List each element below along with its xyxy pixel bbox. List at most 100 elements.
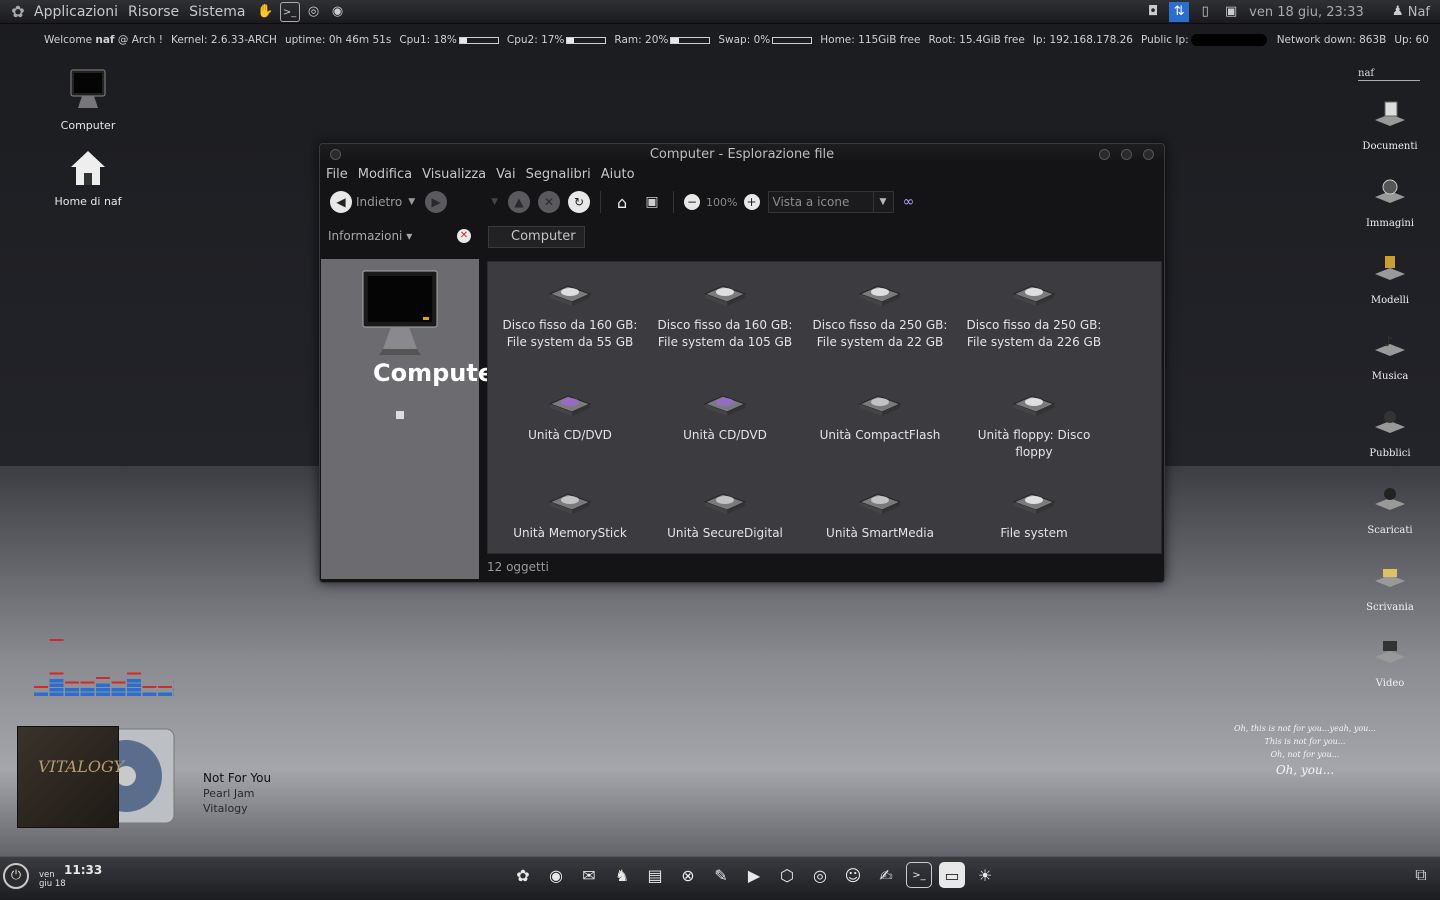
tux-icon[interactable]: ♞ xyxy=(609,862,635,888)
battery-icon[interactable]: ▯ xyxy=(1195,2,1215,22)
terminal-launcher-icon[interactable]: >_ xyxy=(279,1,300,22)
menu-vai[interactable]: Vai xyxy=(496,167,515,182)
breadcrumb-computer[interactable]: Computer xyxy=(488,226,585,248)
hard-disk-icon xyxy=(548,285,592,306)
menu-aiuto[interactable]: Aiuto xyxy=(601,167,635,182)
drive-item[interactable]: Unità floppy: Disco floppy xyxy=(964,386,1104,461)
panel-clock[interactable]: ven 18 giu, 23:33 xyxy=(1249,5,1364,20)
package-icon[interactable]: ⬡ xyxy=(774,862,800,888)
drive-item[interactable]: Unità CD/DVD xyxy=(655,386,795,444)
top-panel: ✿ Applicazioni Risorse Sistema ✋ >_ ◎ ◉ … xyxy=(0,0,1440,24)
drive-item[interactable]: Unità MemoryStick xyxy=(500,484,640,542)
drive-item[interactable]: Disco fisso da 160 GB: File system da 10… xyxy=(655,276,795,351)
back-arrow-icon[interactable]: ◀ xyxy=(330,191,352,213)
minimize-button[interactable] xyxy=(1099,149,1110,160)
window-menu-button[interactable] xyxy=(330,149,341,160)
close-side-pane-icon[interactable]: ✕ xyxy=(457,229,471,243)
file-manager-icon[interactable]: ▭ xyxy=(939,862,965,888)
maximize-button[interactable] xyxy=(1121,149,1132,160)
up-arrow-icon[interactable]: ▲ xyxy=(508,191,531,213)
hard-disk-icon xyxy=(1012,285,1056,306)
computer-location-icon[interactable]: ▣ xyxy=(641,191,663,213)
firefox-icon[interactable]: ◉ xyxy=(543,862,569,888)
equalizer-peak xyxy=(96,677,110,679)
network-manager-icon[interactable]: ⇅ xyxy=(1169,2,1190,22)
browser-launcher-icon[interactable]: ◎ xyxy=(304,2,324,22)
shelf-item-immagini[interactable]: Immagini xyxy=(1350,173,1430,229)
gnome-foot-icon[interactable]: ✿ xyxy=(510,862,536,888)
track-artist: Pearl Jam xyxy=(203,787,255,800)
close-button[interactable] xyxy=(1143,149,1154,160)
menu-applicazioni[interactable]: Applicazioni xyxy=(34,4,118,20)
equalizer-bar-segment xyxy=(80,688,95,692)
back-button-label[interactable]: Indietro xyxy=(356,195,402,209)
stop-icon[interactable]: ✕ xyxy=(538,191,561,213)
firefox-launcher-icon[interactable]: ◉ xyxy=(328,2,348,22)
user-icon: ♟ xyxy=(1391,4,1404,19)
zoom-in-icon[interactable]: + xyxy=(743,194,760,210)
drive-item[interactable]: Unità CD/DVD xyxy=(500,386,640,444)
album-cover: VITALOGY xyxy=(17,726,124,828)
shelf-item-scrivania[interactable]: Scrivania xyxy=(1350,557,1430,613)
menu-visualizza[interactable]: Visualizza xyxy=(422,167,486,182)
drive-item[interactable]: Disco fisso da 160 GB: File system da 55… xyxy=(500,276,640,351)
drive-item[interactable]: Unità CompactFlash xyxy=(810,386,950,444)
desktop-icon-computer[interactable]: Computer xyxy=(38,66,138,132)
menu-file[interactable]: File xyxy=(326,167,348,182)
power-icon[interactable]: ⏻ xyxy=(3,863,29,889)
text-editor-icon[interactable]: ✍ xyxy=(873,862,899,888)
conky-uptime: uptime: 0h 46m 51s xyxy=(284,34,392,46)
home-folder-icon[interactable]: ⌂ xyxy=(611,191,633,213)
hand-launcher-icon[interactable]: ✋ xyxy=(256,2,276,22)
play-icon[interactable]: ▶ xyxy=(741,862,767,888)
shelf-item-modelli[interactable]: Modelli xyxy=(1350,250,1430,306)
zoom-out-icon[interactable]: − xyxy=(684,194,701,210)
shelf-item-musica[interactable]: ♪ Musica xyxy=(1350,326,1430,382)
chevron-down-icon: ▼ xyxy=(872,192,893,212)
speaker-icon[interactable]: ◘ xyxy=(1143,2,1163,22)
forward-arrow-icon[interactable]: ▶ xyxy=(425,191,448,213)
search-binoculars-icon[interactable]: ∞ xyxy=(898,191,920,213)
shelf-item-pubblici[interactable]: Pubblici xyxy=(1350,403,1430,459)
reload-icon[interactable]: ↻ xyxy=(568,191,591,213)
menu-sistema[interactable]: Sistema xyxy=(189,4,245,20)
drive-item[interactable]: Disco fisso da 250 GB: File system da 22… xyxy=(810,276,950,351)
browser-icon[interactable]: ◎ xyxy=(807,862,833,888)
shelf-item-video[interactable]: Video xyxy=(1350,633,1430,689)
status-bar: 12 oggetti xyxy=(487,560,549,574)
cd-drive-icon xyxy=(548,395,592,416)
gimp-icon[interactable]: ✎ xyxy=(708,862,734,888)
side-pane-selector[interactable]: Informazioni ▾ xyxy=(328,229,468,243)
drive-item-label: Unità SecureDigital xyxy=(667,526,783,540)
window-titlebar[interactable]: Computer - Esplorazione file xyxy=(320,144,1164,164)
menu-risorse[interactable]: Risorse xyxy=(128,4,179,20)
shelf-item-scaricati[interactable]: Scaricati xyxy=(1350,480,1430,536)
drive-item[interactable]: Disco fisso da 250 GB: File system da 22… xyxy=(964,276,1104,351)
menu-modifica[interactable]: Modifica xyxy=(358,167,412,182)
equalizer-peak xyxy=(127,672,141,675)
back-history-chevron-icon[interactable]: ▼ xyxy=(408,197,415,207)
conky-kernel: Kernel: 2.6.33-ARCH xyxy=(170,34,277,46)
pidgin-icon[interactable]: ☺ xyxy=(840,862,866,888)
drive-item[interactable]: Unità SmartMedia xyxy=(810,484,950,542)
user-switcher[interactable]: Naf xyxy=(1408,5,1430,20)
video-editor-icon[interactable]: ▤ xyxy=(642,862,668,888)
view-mode-select[interactable]: Vista a icone ▼ xyxy=(767,191,894,213)
gnome-foot-icon[interactable]: ✿ xyxy=(8,2,28,22)
terminal-icon[interactable]: >_ xyxy=(906,862,932,888)
bottom-dock: ⏻ ven giu 18 11:33 ✿ ◉ ✉ ♞ ▤ ⊗ ✎ ▶ ⬡ ◎ ☺… xyxy=(0,856,1440,900)
show-desktop-icon[interactable]: ⧉ xyxy=(1408,865,1434,885)
desktop-icon-home[interactable]: Home di naf xyxy=(38,148,138,208)
thunderbird-icon[interactable]: ✉ xyxy=(576,862,602,888)
shelf-item-documenti[interactable]: Documenti xyxy=(1350,96,1430,152)
equalizer-bar-segment xyxy=(49,679,64,683)
dock-clock: 11:33 xyxy=(64,863,103,877)
drive-item-label: Unità CD/DVD xyxy=(528,428,612,442)
drive-item[interactable]: Unità SecureDigital xyxy=(655,484,795,542)
forward-history-chevron-icon[interactable]: ▼ xyxy=(491,197,498,207)
display-icon[interactable]: ▣ xyxy=(1221,2,1241,22)
menu-segnalibri[interactable]: Segnalibri xyxy=(526,167,591,182)
media-player-icon[interactable]: ⊗ xyxy=(675,862,701,888)
weather-icon[interactable]: ☀ xyxy=(972,862,998,888)
drive-item[interactable]: File system xyxy=(964,484,1104,542)
